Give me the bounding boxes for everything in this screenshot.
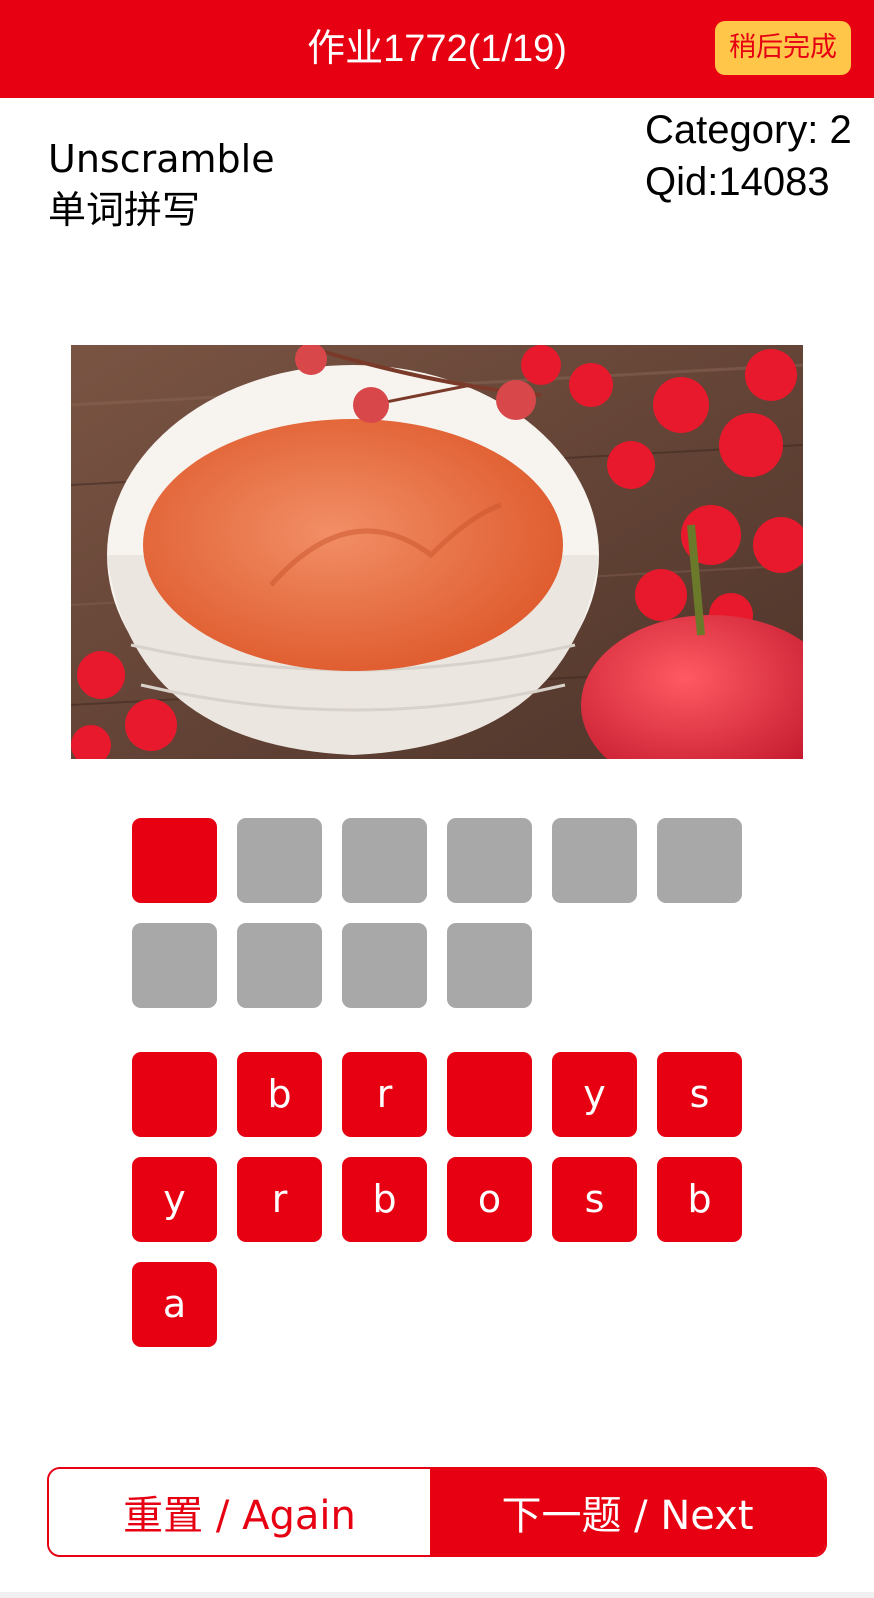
letter-tile[interactable]: s: [657, 1052, 742, 1137]
question-meta: Category: 2 Qid:14083: [645, 104, 852, 208]
tea-bowl-photo-icon: [71, 345, 803, 759]
letter-tile[interactable]: o: [447, 1157, 532, 1242]
answer-slot[interactable]: [237, 818, 322, 903]
action-bar: 重置 / Again 下一题 / Next: [47, 1467, 827, 1557]
reset-again-button[interactable]: 重置 / Again: [49, 1469, 430, 1555]
letter-tile[interactable]: [447, 1052, 532, 1137]
answer-slot[interactable]: [342, 818, 427, 903]
letter-tile[interactable]: r: [237, 1157, 322, 1242]
answer-slot[interactable]: [132, 818, 217, 903]
letter-tile[interactable]: [132, 1052, 217, 1137]
letter-tile[interactable]: r: [342, 1052, 427, 1137]
next-question-button[interactable]: 下一题 / Next: [430, 1469, 825, 1555]
question-image: [71, 345, 803, 759]
finish-later-button[interactable]: 稍后完成: [715, 21, 851, 75]
letter-tile[interactable]: s: [552, 1157, 637, 1242]
letter-tile[interactable]: a: [132, 1262, 217, 1347]
answer-slot[interactable]: [342, 923, 427, 1008]
letter-tile[interactable]: b: [237, 1052, 322, 1137]
letter-tile[interactable]: b: [657, 1157, 742, 1242]
prompt-chinese: 单词拼写: [48, 188, 201, 232]
answer-slot[interactable]: [447, 818, 532, 903]
answer-slot[interactable]: [447, 923, 532, 1008]
letter-tile[interactable]: y: [552, 1052, 637, 1137]
category-label: Category: 2: [645, 108, 852, 152]
prompt-english: Unscramble: [48, 137, 275, 181]
answer-slot[interactable]: [657, 818, 742, 903]
letter-tile[interactable]: b: [342, 1157, 427, 1242]
answer-slot[interactable]: [132, 923, 217, 1008]
qid-label: Qid:14083: [645, 160, 830, 204]
bottom-divider: [0, 1592, 874, 1598]
letter-tile[interactable]: y: [132, 1157, 217, 1242]
answer-slot[interactable]: [552, 818, 637, 903]
question-prompt: Unscramble 单词拼写: [48, 134, 275, 236]
answer-slot[interactable]: [237, 923, 322, 1008]
